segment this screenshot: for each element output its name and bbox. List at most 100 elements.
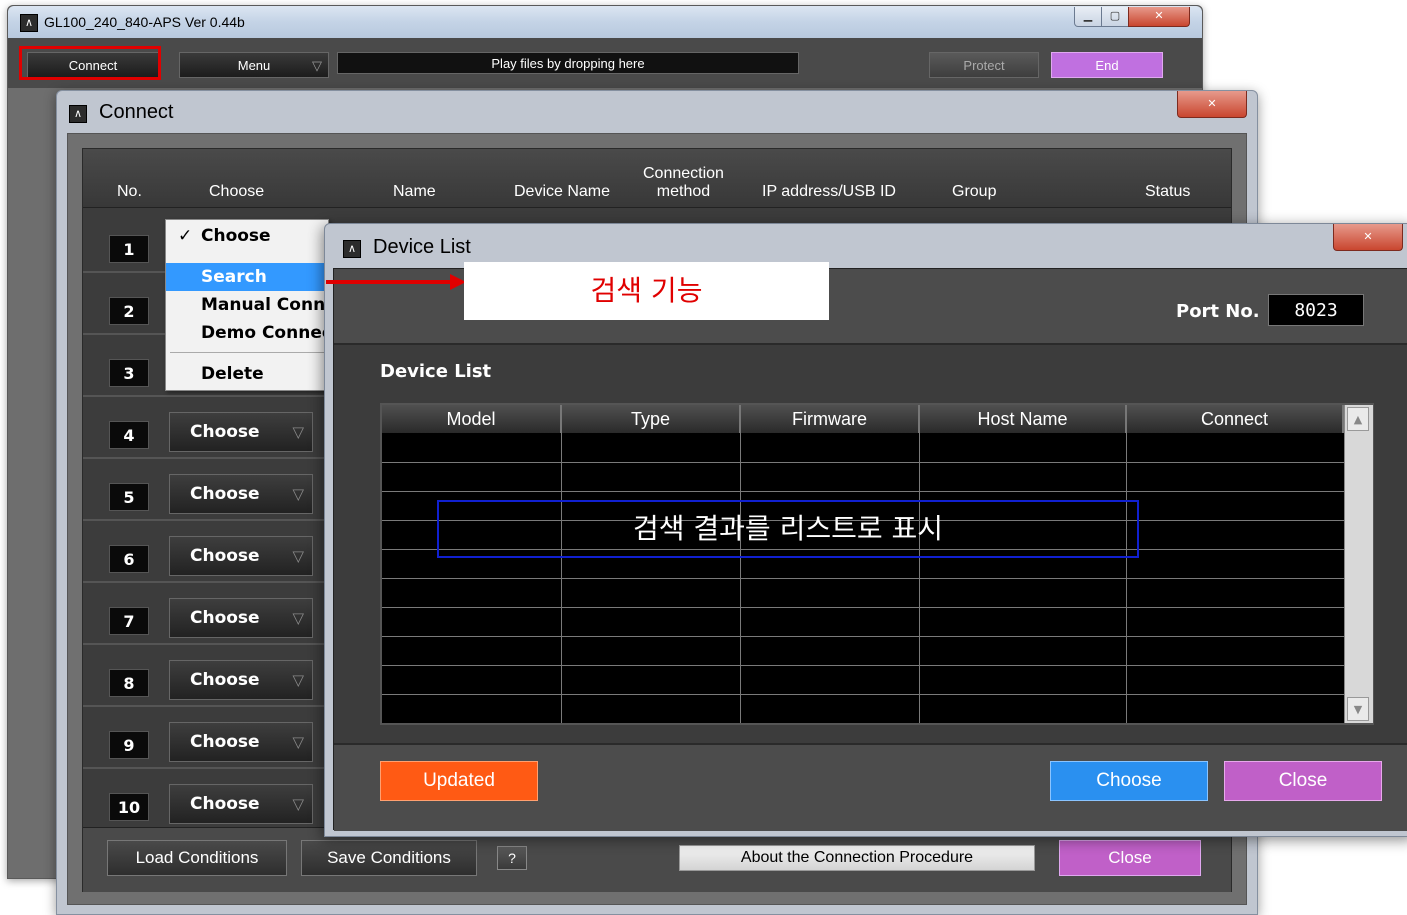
chevron-down-icon: ▽ bbox=[292, 671, 304, 689]
choose-label: Choose bbox=[190, 484, 260, 504]
choose-label: Choose bbox=[190, 794, 260, 814]
chevron-down-icon: ▽ bbox=[292, 485, 304, 503]
header-no: No. bbox=[117, 183, 142, 200]
scroll-up-icon[interactable]: ▲ bbox=[1347, 407, 1369, 431]
column-header-connect[interactable]: Connect bbox=[1127, 405, 1344, 433]
header-choose: Choose bbox=[209, 183, 265, 200]
device-table: Model Type Firmware Host Name Connect ▲ … bbox=[380, 403, 1374, 725]
row-number: 6 bbox=[109, 545, 149, 573]
menu-item-demo-connect[interactable]: Demo Connec bbox=[166, 319, 328, 347]
choose-dropdown[interactable]: Choose ▽ bbox=[169, 722, 313, 762]
about-connection-button[interactable]: About the Connection Procedure bbox=[679, 845, 1035, 871]
chevron-down-icon: ▽ bbox=[292, 609, 304, 627]
check-icon: ✓ bbox=[178, 226, 193, 246]
main-title-bar[interactable]: ∧ GL100_240_840-APS Ver 0.44b ▁ ▢ ✕ bbox=[8, 6, 1202, 38]
table-row[interactable] bbox=[382, 491, 1344, 492]
choose-label: Choose bbox=[190, 670, 260, 690]
table-row[interactable] bbox=[382, 578, 1344, 579]
scroll-down-icon[interactable]: ▼ bbox=[1347, 697, 1369, 721]
chevron-down-icon: ▽ bbox=[292, 547, 304, 565]
column-header-host-name[interactable]: Host Name bbox=[920, 405, 1127, 433]
header-connection-method: Connection method bbox=[643, 165, 724, 201]
row-number: 5 bbox=[109, 483, 149, 511]
device-list-actions: Updated Choose Close bbox=[334, 743, 1407, 831]
device-list-heading: Device List bbox=[380, 361, 492, 382]
main-toolbar: Connect Menu ▽ Play files by dropping he… bbox=[8, 38, 1202, 88]
column-header-type[interactable]: Type bbox=[562, 405, 741, 433]
header-ip-address: IP address/USB ID bbox=[762, 183, 896, 200]
row-number: 10 bbox=[109, 793, 149, 821]
arrow-icon bbox=[326, 274, 466, 290]
table-row[interactable] bbox=[382, 636, 1344, 637]
choose-dropdown[interactable]: Choose ▽ bbox=[169, 536, 313, 576]
choose-label: Choose bbox=[190, 608, 260, 628]
end-button[interactable]: End bbox=[1051, 52, 1163, 78]
header-name: Name bbox=[393, 183, 436, 200]
table-row[interactable] bbox=[382, 462, 1344, 463]
chevron-down-icon: ▽ bbox=[292, 795, 304, 813]
updated-button[interactable]: Updated bbox=[380, 761, 538, 801]
port-input[interactable]: 8023 bbox=[1268, 294, 1364, 326]
minimize-icon[interactable]: ▁ bbox=[1074, 7, 1102, 27]
header-connection-line1: Connection bbox=[643, 165, 724, 182]
results-annotation: 검색 결과를 리스트로 표시 bbox=[437, 500, 1139, 558]
device-list-close-icon[interactable]: ✕ bbox=[1333, 224, 1403, 251]
menu-item-choose[interactable]: ✓ Choose bbox=[166, 222, 328, 250]
chevron-down-icon: ▽ bbox=[312, 58, 322, 73]
row-number: 4 bbox=[109, 421, 149, 449]
choose-dropdown[interactable]: Choose ▽ bbox=[169, 474, 313, 514]
save-conditions-button[interactable]: Save Conditions bbox=[301, 840, 477, 876]
row-number: 3 bbox=[109, 359, 149, 387]
choose-dropdown[interactable]: Choose ▽ bbox=[169, 784, 313, 824]
menu-divider bbox=[170, 352, 324, 353]
chevron-down-icon: ▽ bbox=[292, 423, 304, 441]
choose-device-button[interactable]: Choose bbox=[1050, 761, 1208, 801]
choose-label: Choose bbox=[190, 732, 260, 752]
port-label: Port No. bbox=[1176, 301, 1260, 322]
choose-label: Choose bbox=[190, 422, 260, 442]
maximize-icon[interactable]: ▢ bbox=[1101, 7, 1129, 27]
row-number: 8 bbox=[109, 669, 149, 697]
device-list-close-button[interactable]: Close bbox=[1224, 761, 1382, 801]
row-number: 9 bbox=[109, 731, 149, 759]
connect-logo-icon: ∧ bbox=[69, 105, 87, 123]
row-number: 1 bbox=[109, 235, 149, 263]
connect-close-button[interactable]: Close bbox=[1059, 840, 1201, 876]
chevron-down-icon: ▽ bbox=[292, 733, 304, 751]
connect-close-icon[interactable]: ✕ bbox=[1177, 91, 1247, 118]
app-logo-icon: ∧ bbox=[20, 14, 38, 32]
row-number: 2 bbox=[109, 297, 149, 325]
menu-item-manual-connect[interactable]: Manual Conne bbox=[166, 291, 328, 319]
device-list-logo-icon: ∧ bbox=[343, 240, 361, 258]
search-annotation: 검색 기능 bbox=[464, 262, 829, 320]
connect-highlight-box bbox=[19, 46, 161, 80]
device-list-title: Device List bbox=[373, 236, 471, 258]
header-group: Group bbox=[952, 183, 997, 200]
choose-dropdown[interactable]: Choose ▽ bbox=[169, 598, 313, 638]
column-header-model[interactable]: Model bbox=[382, 405, 562, 433]
header-device-name: Device Name bbox=[514, 183, 611, 200]
help-button[interactable]: ? bbox=[497, 846, 527, 870]
menu-item-label: Choose bbox=[201, 226, 271, 246]
row-number: 7 bbox=[109, 607, 149, 635]
file-drop-zone[interactable]: Play files by dropping here bbox=[337, 52, 799, 74]
choose-dropdown[interactable]: Choose ▽ bbox=[169, 660, 313, 700]
connect-dialog-title: Connect bbox=[99, 101, 174, 123]
choose-dropdown-menu: ✓ Choose Search Manual Conne Demo Connec … bbox=[165, 219, 329, 391]
choose-dropdown[interactable]: Choose ▽ bbox=[169, 412, 313, 452]
header-status: Status bbox=[1145, 183, 1191, 200]
main-close-icon[interactable]: ✕ bbox=[1128, 7, 1190, 27]
header-connection-line2: method bbox=[656, 183, 711, 200]
connection-table-header: No. Choose Name Device Name Connection m… bbox=[83, 149, 1231, 208]
table-row[interactable] bbox=[382, 665, 1344, 666]
menu-item-delete[interactable]: Delete bbox=[166, 360, 328, 388]
menu-button[interactable]: Menu ▽ bbox=[179, 52, 329, 78]
table-row[interactable] bbox=[382, 694, 1344, 695]
table-scrollbar[interactable]: ▲ ▼ bbox=[1344, 405, 1373, 723]
choose-label: Choose bbox=[190, 546, 260, 566]
load-conditions-button[interactable]: Load Conditions bbox=[107, 840, 287, 876]
protect-button[interactable]: Protect bbox=[929, 52, 1039, 78]
table-row[interactable] bbox=[382, 607, 1344, 608]
column-header-firmware[interactable]: Firmware bbox=[741, 405, 920, 433]
menu-item-search[interactable]: Search bbox=[166, 263, 328, 291]
